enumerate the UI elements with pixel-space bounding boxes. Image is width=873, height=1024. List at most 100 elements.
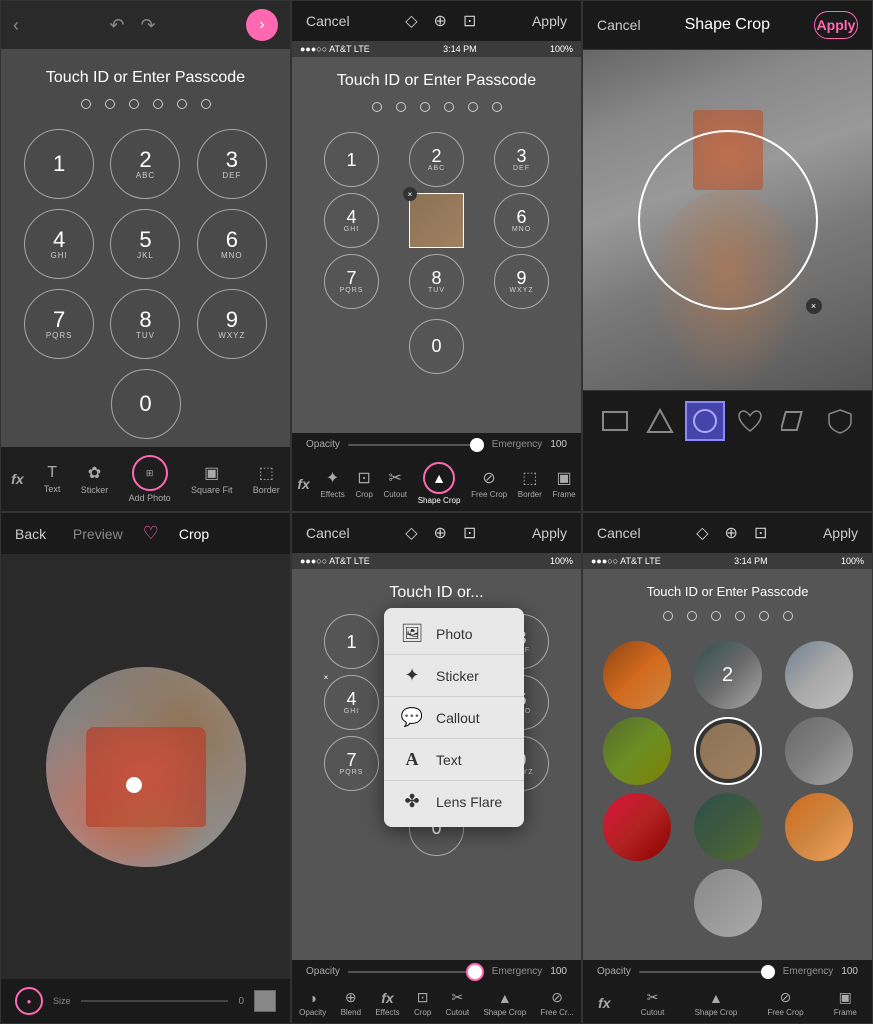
p5-cancel[interactable]: Cancel [306, 525, 350, 541]
ck-photo-6[interactable] [785, 717, 853, 785]
p6-frame-tool[interactable]: ▣ Frame [834, 989, 857, 1017]
key-5[interactable]: 5JKL [110, 209, 180, 279]
p5-slider-thumb-pink[interactable] [466, 963, 484, 981]
plus-icon[interactable]: ⊕ [434, 11, 447, 31]
add-photo-tool[interactable]: ⊞ Add Photo [129, 455, 171, 503]
p5-plus-icon[interactable]: ⊕ [434, 523, 447, 543]
free-crop-tool[interactable]: ⊘ Free Crop [471, 468, 507, 499]
key-7[interactable]: 7PQRS [24, 289, 94, 359]
p6-shapecrop-tool[interactable]: ▲ Shape Crop [695, 990, 738, 1017]
effects-tool[interactable]: ✦ Effects [320, 468, 344, 499]
p6-plus-icon[interactable]: ⊕ [725, 523, 738, 543]
p6-slider-thumb[interactable] [761, 965, 775, 979]
p6-diamond-icon[interactable]: ◇ [696, 523, 708, 543]
ck-photo-4[interactable]: × [603, 717, 671, 785]
menu-lens-flare[interactable]: ✤ Lens Flare [384, 781, 524, 822]
photo-overlay-container[interactable]: × [409, 193, 464, 248]
fx-tool[interactable]: fx [11, 471, 23, 487]
menu-callout[interactable]: 💬 Callout [384, 697, 524, 739]
text-tool[interactable]: T Text [44, 464, 61, 494]
forward-button[interactable]: › [246, 9, 278, 41]
key-3[interactable]: 3DEF [197, 129, 267, 199]
heart-icon-btn[interactable]: ♡ [143, 523, 159, 544]
ck-photo-5-selected[interactable]: × [694, 717, 762, 785]
p5-cutout-tool[interactable]: ✂ Cutout [446, 989, 470, 1017]
circle-close-btn[interactable]: × [806, 298, 822, 314]
tab-crop[interactable]: Crop [179, 526, 209, 542]
fx-tool-2[interactable]: fx [297, 476, 309, 492]
ck-photo-3[interactable] [785, 641, 853, 709]
redo-icon[interactable]: ↷ [141, 15, 156, 36]
shape-crop-tool[interactable]: ▲ Shape Crop [418, 462, 461, 505]
shape-heart[interactable] [730, 401, 770, 441]
p5key-7[interactable]: 7PQRS [324, 736, 379, 791]
ck-photo-0[interactable] [694, 869, 762, 937]
ck-photo-2[interactable]: 2 [694, 641, 762, 709]
p6-cutout-tool[interactable]: ✂ Cutout [641, 989, 665, 1017]
pkey-8[interactable]: 8TUV [409, 254, 464, 309]
shape-shield[interactable] [820, 401, 860, 441]
p6-layout-icon[interactable]: ⊡ [754, 523, 767, 543]
shape-triangle[interactable] [640, 401, 680, 441]
p5-layout-icon[interactable]: ⊡ [463, 523, 476, 543]
p6-cancel[interactable]: Cancel [597, 525, 641, 541]
border-tool-2[interactable]: ⬚ Border [518, 468, 542, 499]
p5-diamond-icon[interactable]: ◇ [405, 523, 417, 543]
p5-opacity-slider[interactable] [348, 971, 484, 973]
ck5-close[interactable]: × [694, 717, 702, 725]
shape-circle[interactable] [685, 401, 725, 441]
sticker-tool[interactable]: ✿ Sticker [81, 463, 109, 495]
shape-parallelogram[interactable] [775, 401, 815, 441]
menu-photo[interactable]: 🖼 Photo [384, 613, 524, 655]
pkey-7[interactable]: 7PQRS [324, 254, 379, 309]
ck-photo-8[interactable] [694, 793, 762, 861]
p5key-1[interactable]: 1 [324, 614, 379, 669]
pkey-3[interactable]: 3DEF [494, 132, 549, 187]
pkey-2[interactable]: 2ABC [409, 132, 464, 187]
p6-freecrop-tool[interactable]: ⊘ Free Crop [768, 989, 804, 1017]
menu-sticker[interactable]: ✦ Sticker [384, 655, 524, 697]
square-fit-tool[interactable]: ▣ Square Fit [191, 463, 233, 495]
p6-fx-tool[interactable]: fx [598, 995, 610, 1011]
p5-apply[interactable]: Apply [532, 525, 567, 541]
tab-preview[interactable]: Preview [73, 526, 123, 542]
frame-tool[interactable]: ▣ Frame [552, 468, 575, 499]
p5-opacity-tool[interactable]: ◑ Opacity [299, 990, 326, 1017]
border-tool[interactable]: ⬚ Border [253, 463, 280, 495]
ck-photo-1[interactable] [603, 641, 671, 709]
key-6[interactable]: 6MNO [197, 209, 267, 279]
apply-button[interactable]: Apply [532, 13, 567, 29]
p6-apply[interactable]: Apply [823, 525, 858, 541]
pkey-9[interactable]: 9WXYZ [494, 254, 549, 309]
ck4-close[interactable]: × [603, 717, 609, 723]
size-thumb[interactable]: ● [15, 987, 43, 1015]
back-button[interactable]: Back [15, 526, 46, 542]
pkey-1[interactable]: 1 [324, 132, 379, 187]
ck5-handle[interactable] [754, 777, 762, 785]
key-1[interactable]: 1 [24, 129, 94, 199]
pkey-4[interactable]: 4GHI [324, 193, 379, 248]
opacity-slider[interactable] [348, 444, 484, 446]
overlay-close-btn[interactable]: × [403, 187, 417, 201]
crop-tool[interactable]: ⊡ Crop [355, 468, 372, 499]
p5-crop-tool[interactable]: ⊡ Crop [414, 989, 431, 1017]
p5key-4[interactable]: 4 GHI × [324, 675, 379, 730]
ck-photo-9[interactable] [785, 793, 853, 861]
cancel-button[interactable]: Cancel [306, 13, 350, 29]
shape-crop-cancel[interactable]: Cancel [597, 17, 641, 33]
opacity-thumb[interactable] [470, 438, 484, 452]
key-0[interactable]: 0 [111, 369, 181, 439]
ck-photo-7[interactable] [603, 793, 671, 861]
p5-blend-tool[interactable]: ⊕ Blend [341, 989, 361, 1017]
back-icon[interactable]: ‹ [13, 15, 19, 36]
key-8[interactable]: 8TUV [110, 289, 180, 359]
p5-shapecrop-tool[interactable]: ▲ Shape Crop [483, 990, 526, 1017]
size-slider[interactable] [81, 1000, 229, 1002]
undo-icon[interactable]: ↶ [109, 15, 124, 36]
key-4[interactable]: 4GHI [24, 209, 94, 279]
p5-effects-tool[interactable]: fx Effects [375, 990, 399, 1017]
menu-text[interactable]: A Text [384, 739, 524, 781]
key-2[interactable]: 2ABC [110, 129, 180, 199]
p5-freecrop-tool[interactable]: ⊘ Free Cr... [540, 989, 573, 1017]
key-9[interactable]: 9WXYZ [197, 289, 267, 359]
